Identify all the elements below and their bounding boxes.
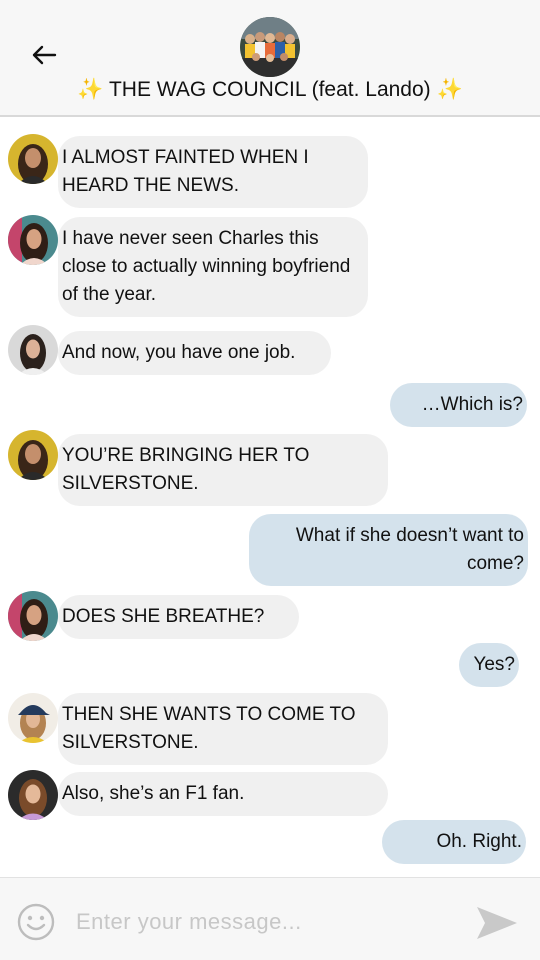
message-bubble-outgoing[interactable]: What if she doesn’t want to come? — [249, 514, 528, 586]
sender-avatar[interactable] — [8, 215, 58, 265]
message-bubble-incoming[interactable]: THEN SHE WANTS TO COME TO SILVERSTONE. — [58, 693, 388, 765]
message-bubble-incoming[interactable]: Also, she’s an F1 fan. — [58, 772, 388, 816]
send-button[interactable] — [475, 903, 519, 943]
sender-avatar[interactable] — [8, 591, 58, 641]
message-bubble-incoming[interactable]: I ALMOST FAINTED WHEN I HEARD THE NEWS. — [58, 136, 368, 208]
sender-avatar[interactable] — [8, 770, 58, 820]
group-avatar[interactable] — [240, 17, 300, 77]
arrow-left-icon — [32, 45, 57, 65]
message-bubble-incoming[interactable]: I have never seen Charles this close to … — [58, 217, 368, 317]
message-list[interactable]: I ALMOST FAINTED WHEN I HEARD THE NEWS. … — [0, 119, 540, 877]
sender-avatar[interactable] — [8, 134, 58, 184]
message-bubble-outgoing[interactable]: Yes? — [459, 643, 519, 687]
chat-title: ✨ THE WAG COUNCIL (feat. Lando) ✨ — [77, 78, 463, 101]
message-input[interactable] — [76, 904, 446, 940]
sender-avatar[interactable] — [8, 693, 58, 743]
smiley-icon — [17, 903, 55, 941]
sender-avatar[interactable] — [8, 325, 58, 375]
emoji-button[interactable] — [17, 903, 55, 941]
message-bubble-incoming[interactable]: DOES SHE BREATHE? — [58, 595, 299, 639]
message-bubble-incoming[interactable]: And now, you have one job. — [58, 331, 331, 375]
send-icon — [477, 907, 517, 939]
chat-header: ✨ THE WAG COUNCIL (feat. Lando) ✨ — [0, 0, 540, 117]
message-bubble-outgoing[interactable]: Oh. Right. — [382, 820, 526, 864]
message-composer — [0, 877, 540, 960]
back-button[interactable] — [28, 40, 60, 70]
sender-avatar[interactable] — [8, 430, 58, 480]
message-bubble-incoming[interactable]: YOU’RE BRINGING HER TO SILVERSTONE. — [58, 434, 388, 506]
message-bubble-outgoing[interactable]: …Which is? — [390, 383, 527, 427]
